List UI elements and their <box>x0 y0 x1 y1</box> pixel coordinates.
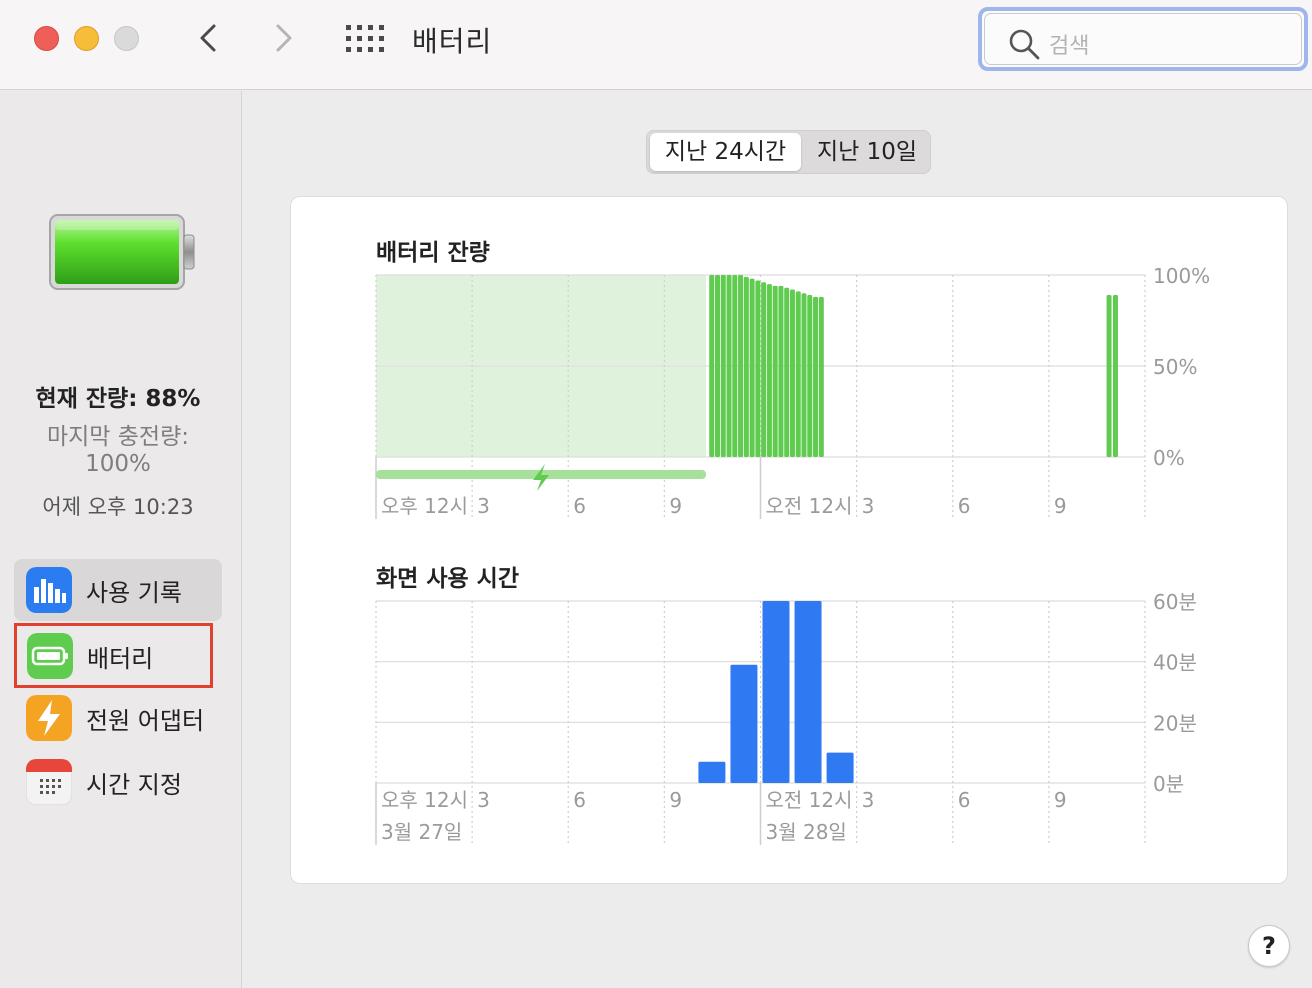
search-placeholder: 검색 <box>1049 34 1090 59</box>
search-field[interactable]: 검색 <box>978 7 1308 71</box>
y-tick-label: 40분 <box>1153 651 1197 675</box>
battery-level-bar <box>789 289 795 457</box>
y-tick-label: 0분 <box>1153 772 1184 796</box>
segment-last-24-hours[interactable]: 지난 24시간 <box>650 133 801 171</box>
battery-level-bar <box>743 276 749 457</box>
battery-level-bar <box>813 296 819 457</box>
last-charge-time: 어제 오후 10:23 <box>42 495 194 519</box>
forward-arrow-icon[interactable] <box>268 18 298 58</box>
sidebar-item-label: 사용 기록 <box>86 579 182 607</box>
close-window-button[interactable] <box>34 26 59 51</box>
screen-time-bar <box>698 761 726 783</box>
x-tick-label: 6 <box>573 494 586 518</box>
battery-level-bar <box>1106 295 1112 457</box>
screen-time-bar <box>794 601 822 783</box>
screen-time-bar <box>762 601 790 783</box>
battery-level-icon <box>49 214 195 290</box>
show-all-grid-icon[interactable] <box>346 25 384 53</box>
screen-time-bar <box>730 664 758 783</box>
battery-level-bar <box>801 293 807 457</box>
usage-history-icon <box>26 567 72 613</box>
sidebar-item-usage-history[interactable]: 사용 기록 <box>14 559 222 621</box>
x-tick-label: 9 <box>1054 494 1067 518</box>
screen-time-bar <box>826 752 854 783</box>
y-tick-label: 100% <box>1153 264 1210 288</box>
x-tick-label: 9 <box>669 494 682 518</box>
segment-last-10-days[interactable]: 지난 10일 <box>804 133 930 171</box>
title-bar: 배터리 검색 <box>0 0 1312 90</box>
x-tick-label: 3 <box>477 494 490 518</box>
zoom-window-button[interactable] <box>114 26 139 51</box>
x-date-label: 3월 27일 <box>381 820 462 844</box>
battery-level-bar <box>732 275 738 457</box>
last-charge-label: 마지막 충전량: <box>46 424 190 450</box>
battery-level-bar <box>720 275 726 457</box>
schedule-calendar-icon <box>26 759 72 805</box>
x-tick-label: 3 <box>862 494 875 518</box>
minimize-window-button[interactable] <box>74 26 99 51</box>
sidebar-item-schedule[interactable]: 시간 지정 <box>14 751 222 813</box>
x-tick-label: 6 <box>958 788 971 812</box>
y-tick-label: 60분 <box>1153 590 1197 614</box>
x-tick-label: 9 <box>1054 788 1067 812</box>
y-tick-label: 20분 <box>1153 711 1197 735</box>
x-tick-label: 오후 12시 <box>381 788 468 812</box>
x-tick-label: 9 <box>669 788 682 812</box>
battery-icon <box>27 633 73 679</box>
sidebar-item-power-adapter[interactable]: 전원 어댑터 <box>14 687 222 749</box>
battery-level-bar <box>726 275 732 457</box>
y-tick-label: 0% <box>1153 446 1185 470</box>
sidebar: 현재 잔량: 88% 마지막 충전량: 100% 어제 오후 10:23 사용 … <box>0 91 242 988</box>
battery-level-bar <box>818 296 824 457</box>
battery-level-bar <box>807 295 813 457</box>
sidebar-item-battery[interactable]: 배터리 <box>14 623 213 688</box>
battery-level-bar <box>766 284 772 457</box>
back-arrow-icon[interactable] <box>194 18 224 58</box>
charging-bolt-icon <box>533 464 549 491</box>
search-field-inner[interactable]: 검색 <box>984 13 1302 65</box>
x-tick-label: 6 <box>958 494 971 518</box>
x-tick-label: 3 <box>862 788 875 812</box>
x-tick-label: 6 <box>573 788 586 812</box>
battery-level-bar <box>749 278 755 457</box>
x-tick-label: 오후 12시 <box>381 494 468 518</box>
time-range-segmented-control[interactable]: 지난 24시간 지난 10일 <box>646 130 931 174</box>
battery-level-bar <box>761 282 767 457</box>
sidebar-item-label: 전원 어댑터 <box>86 707 205 735</box>
battery-level-bar <box>784 287 790 457</box>
battery-level-bar <box>755 280 761 457</box>
search-icon <box>1009 29 1040 60</box>
battery-level-bar <box>715 275 721 457</box>
battery-level-bar <box>709 275 715 457</box>
battery-level-bar <box>778 285 784 457</box>
x-tick-label: 오전 12시 <box>766 788 853 812</box>
last-charge-value: 100% <box>85 451 151 477</box>
power-adapter-icon <box>26 695 72 741</box>
charts-canvas: 100%50%0%오후 12시 3 6 9 오전 12시 3 6 960분40분20분0분오후… <box>375 264 1210 845</box>
x-tick-label: 3 <box>477 788 490 812</box>
sidebar-item-label: 배터리 <box>87 645 154 673</box>
battery-preferences-window: 배터리 검색 현재 잔량: 88% 마지막 충전량: 100% 어제 오후 10… <box>0 0 1312 988</box>
help-button[interactable]: ? <box>1248 925 1290 967</box>
charts-panel: 배터리 잔량 화면 사용 시간 100% 50% 0% 오후 12시 3 6 9 오전 12시… <box>290 196 1288 884</box>
battery-level-bar <box>1112 295 1118 457</box>
current-charge-level: 현재 잔량: 88% <box>35 386 201 412</box>
sidebar-item-label: 시간 지정 <box>86 771 182 799</box>
battery-level-bar <box>772 285 778 457</box>
y-tick-label: 50% <box>1153 355 1197 379</box>
battery-level-bar <box>738 275 744 457</box>
x-date-label: 3월 28일 <box>766 820 847 844</box>
window-title: 배터리 <box>412 25 493 58</box>
battery-level-bar <box>795 291 801 457</box>
x-tick-label: 오전 12시 <box>766 494 853 518</box>
